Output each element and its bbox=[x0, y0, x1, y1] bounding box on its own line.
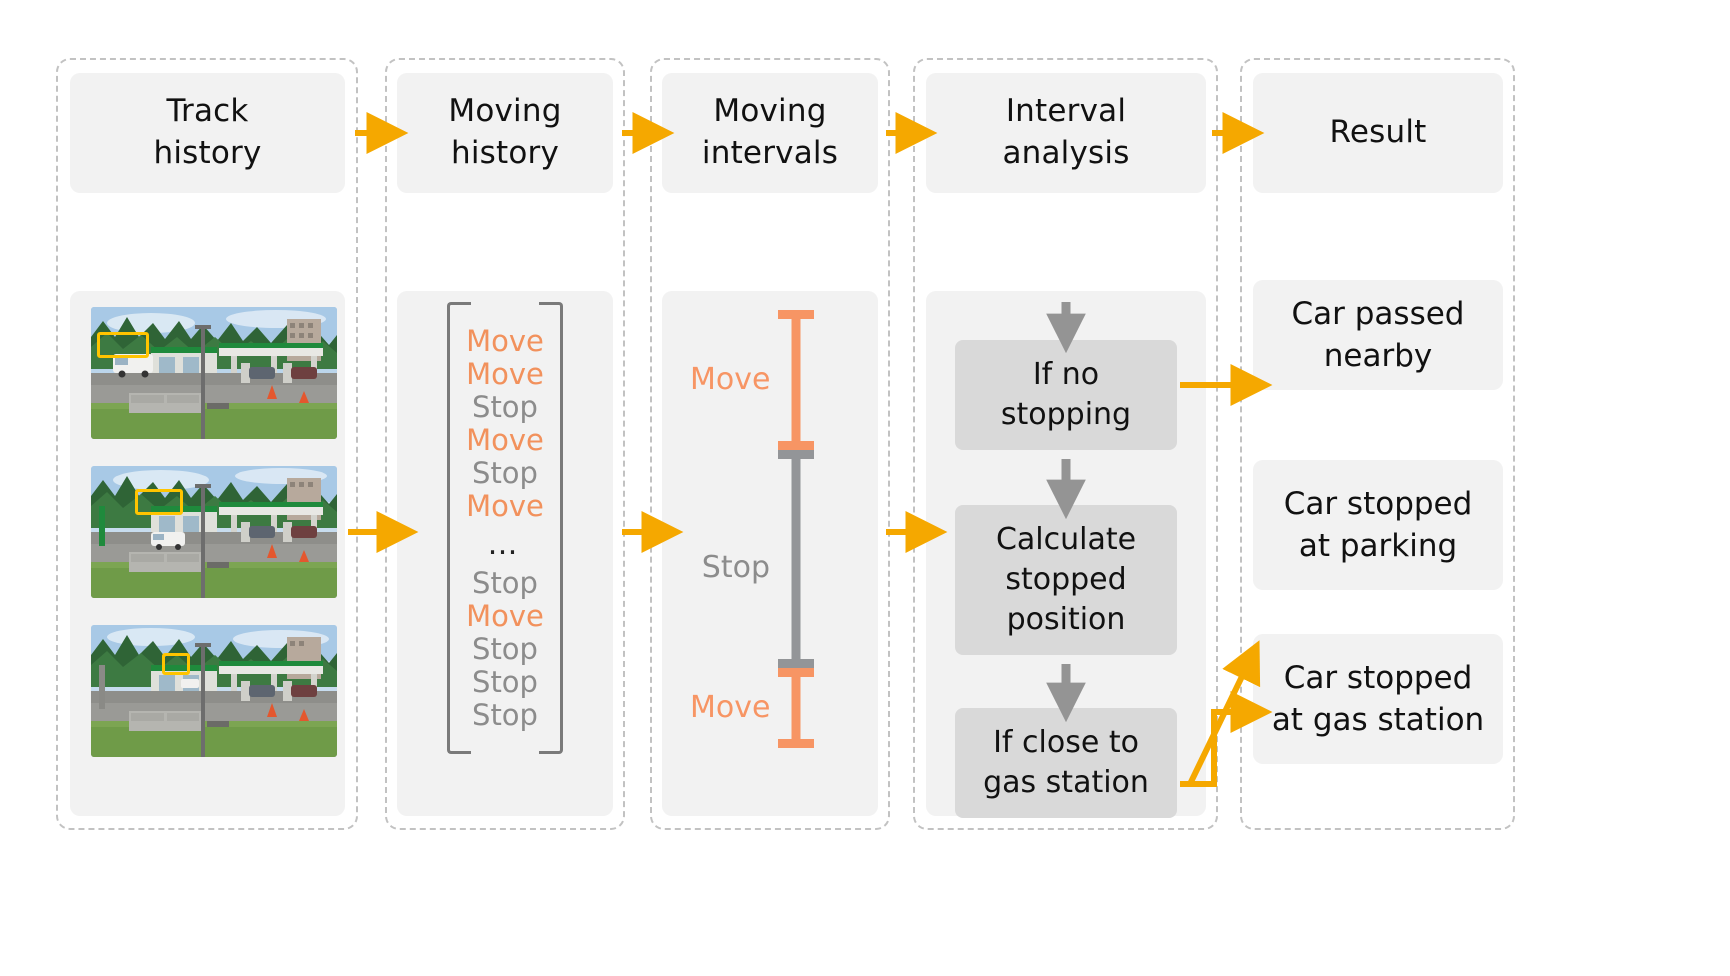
step-if-no-stopping[interactable]: If no stopping bbox=[955, 340, 1177, 450]
token-ellipsis: … bbox=[487, 527, 523, 562]
bbox-photo-3 bbox=[162, 653, 190, 675]
token-stop: Stop bbox=[472, 390, 538, 424]
gas-station-photo-3-icon bbox=[91, 625, 337, 757]
result-car-passed-nearby[interactable]: Car passed nearby bbox=[1253, 280, 1503, 390]
token-stop: Stop bbox=[472, 456, 538, 490]
interval-bar-move-top bbox=[776, 310, 816, 450]
interval-cap-bottom bbox=[778, 659, 814, 668]
result-car-stopped-at-gas-station-label: Car stopped at gas station bbox=[1271, 659, 1485, 738]
diagram-canvas: Track history Moving history Moving inte… bbox=[0, 0, 1730, 976]
header-interval-analysis-label: Interval analysis bbox=[1002, 93, 1130, 171]
interval-cap-top bbox=[778, 310, 814, 319]
step-if-close-to-gas-station[interactable]: If close to gas station bbox=[955, 708, 1177, 818]
header-moving-history: Moving history bbox=[397, 73, 613, 193]
token-move: Move bbox=[466, 324, 544, 358]
header-result: Result bbox=[1253, 73, 1503, 193]
result-car-passed-nearby-label: Car passed nearby bbox=[1291, 295, 1465, 374]
header-track-history-label: Track history bbox=[153, 93, 262, 171]
token-move: Move bbox=[466, 489, 544, 523]
interval-stem bbox=[791, 450, 801, 668]
bbox-photo-2 bbox=[135, 489, 183, 515]
token-move: Move bbox=[466, 599, 544, 633]
step-if-no-stopping-label: If no stopping bbox=[1000, 356, 1132, 432]
interval-cap-top bbox=[778, 450, 814, 459]
header-moving-intervals: Moving intervals bbox=[662, 73, 878, 193]
gas-station-photo-2-icon bbox=[91, 466, 337, 598]
gas-station-photo-1-icon bbox=[91, 307, 337, 439]
interval-cap-bottom bbox=[778, 739, 814, 748]
interval-label-move-top: Move bbox=[690, 362, 771, 397]
header-result-label: Result bbox=[1329, 114, 1427, 151]
step-if-close-to-gas-station-label: If close to gas station bbox=[983, 724, 1149, 800]
result-car-stopped-at-parking-label: Car stopped at parking bbox=[1283, 485, 1473, 564]
header-moving-history-label: Moving history bbox=[448, 93, 562, 171]
track-photo-3 bbox=[91, 625, 337, 757]
header-moving-intervals-label: Moving intervals bbox=[701, 93, 839, 171]
track-photo-1 bbox=[91, 307, 337, 439]
token-stop: Stop bbox=[472, 632, 538, 666]
header-interval-analysis: Interval analysis bbox=[926, 73, 1206, 193]
step-calculate-stopped-position[interactable]: Calculate stopped position bbox=[955, 505, 1177, 655]
interval-cap-top bbox=[778, 668, 814, 677]
interval-cap-bottom bbox=[778, 441, 814, 450]
token-move: Move bbox=[466, 423, 544, 457]
interval-bar-move-bottom bbox=[776, 668, 816, 748]
result-car-stopped-at-gas-station[interactable]: Car stopped at gas station bbox=[1253, 634, 1503, 764]
result-car-stopped-at-parking[interactable]: Car stopped at parking bbox=[1253, 460, 1503, 590]
header-track-history: Track history bbox=[70, 73, 345, 193]
token-stop: Stop bbox=[472, 566, 538, 600]
interval-stem bbox=[791, 668, 801, 748]
step-calculate-stopped-position-label: Calculate stopped position bbox=[995, 521, 1137, 638]
interval-label-move-bottom: Move bbox=[690, 690, 771, 725]
interval-label-stop: Stop bbox=[701, 550, 770, 585]
bbox-photo-1 bbox=[97, 332, 149, 358]
interval-bar-stop bbox=[776, 450, 816, 668]
token-stop: Stop bbox=[472, 665, 538, 699]
track-photo-2 bbox=[91, 466, 337, 598]
interval-stem bbox=[791, 310, 801, 450]
token-stop: Stop bbox=[472, 698, 538, 732]
token-move: Move bbox=[466, 357, 544, 391]
moving-history-token-list: Move Move Stop Move Stop Move … Stop Mov… bbox=[455, 325, 555, 732]
